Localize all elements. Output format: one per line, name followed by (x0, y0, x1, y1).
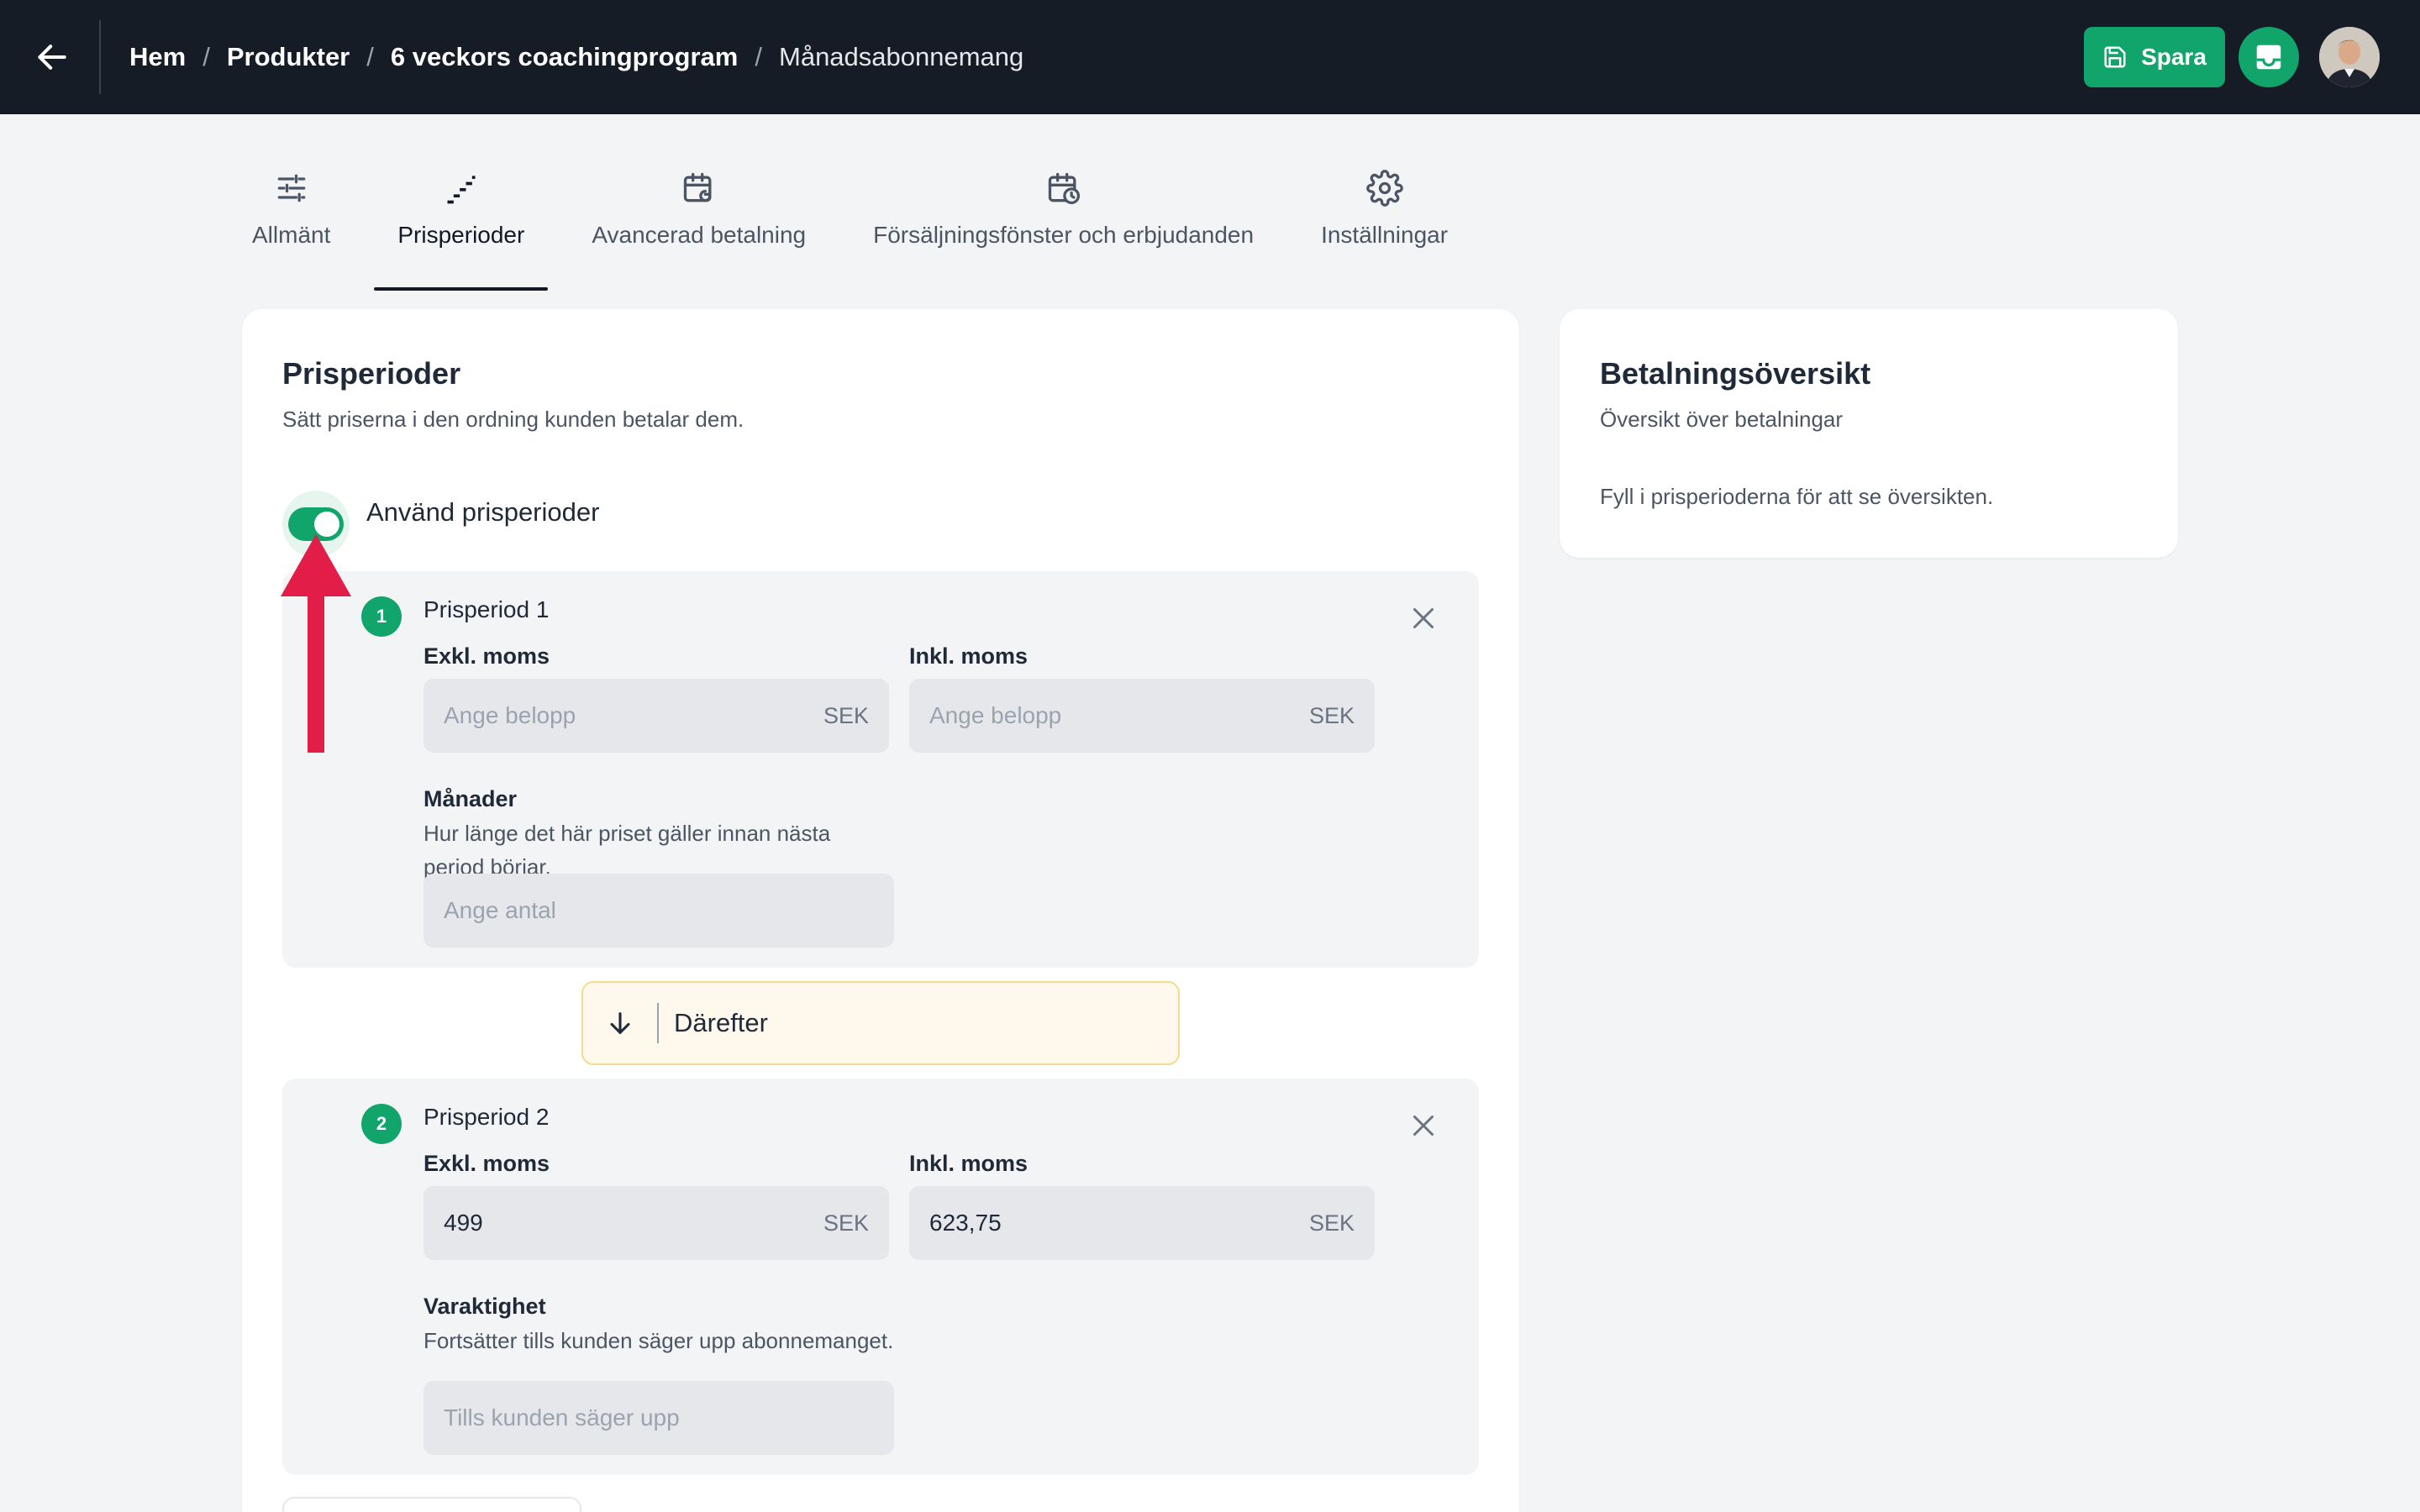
incl-vat-input[interactable]: Ange belopp SEK (909, 679, 1375, 753)
arrow-left-icon (38, 45, 66, 70)
arrow-down-icon (610, 1012, 630, 1034)
tab-label: Allmänt (252, 222, 331, 248)
add-period-button[interactable] (282, 1497, 581, 1512)
overview-empty-text: Fyll i prisperioderna för att se översik… (1600, 484, 1994, 509)
incl-vat-input[interactable]: 623,75 SEK (909, 1186, 1375, 1260)
overview-subtitle: Översikt över betalningar (1600, 407, 1844, 432)
breadcrumb-separator: / (366, 42, 374, 71)
header-divider (99, 20, 101, 94)
save-button[interactable]: Spara (2084, 27, 2225, 87)
input-placeholder: Ange belopp (444, 702, 576, 728)
inbox-button[interactable] (2238, 27, 2299, 87)
section-title: Prisperioder (282, 356, 461, 391)
tab-general[interactable]: Allmänt (218, 165, 364, 270)
back-button[interactable] (29, 34, 76, 81)
toggle-label: Använd prisperioder (366, 497, 600, 527)
breadcrumb: Hem / Produkter / 6 veckors coachingprog… (129, 0, 1023, 114)
tab-bar: Allmänt Prisperioder Avancerad betalning… (218, 165, 1481, 291)
excl-vat-input[interactable]: 499 SEK (424, 1186, 889, 1260)
stairs-icon (447, 176, 476, 204)
input-placeholder: Ange antal (444, 897, 556, 923)
currency-suffix: SEK (1308, 1210, 1355, 1236)
avatar-photo (2319, 27, 2380, 87)
calendar-refresh-icon (683, 172, 712, 202)
tab-label: Prisperioder (397, 222, 525, 248)
breadcrumb-product[interactable]: 6 veckors coachingprogram (391, 42, 739, 72)
breadcrumb-products[interactable]: Produkter (227, 42, 350, 72)
top-bar: Hem / Produkter / 6 veckors coachingprog… (0, 0, 2420, 114)
tab-label: Avancerad betalning (592, 222, 807, 248)
excl-vat-label: Exkl. moms (424, 643, 550, 669)
tab-settings[interactable]: Inställningar (1287, 165, 1481, 270)
duration-label: Varaktighet (424, 1294, 546, 1319)
payment-overview-card: Betalningsöversikt Översikt över betalni… (1560, 309, 2178, 558)
thereafter-label: Därefter (674, 1008, 768, 1037)
input-value: 623,75 (929, 1210, 1002, 1236)
breadcrumb-home[interactable]: Hem (129, 42, 186, 72)
duration-help-text: Fortsätter tills kunden säger upp abonne… (424, 1328, 894, 1353)
input-value: 499 (444, 1210, 483, 1236)
thereafter-divider (657, 1003, 659, 1043)
floppy-disk-icon (2104, 46, 2126, 68)
input-placeholder: Tills kunden säger upp (444, 1404, 680, 1431)
close-icon (1413, 608, 1434, 628)
currency-suffix: SEK (823, 1210, 869, 1236)
duration-input: Tills kunden säger upp (424, 1381, 894, 1455)
tab-advanced-payment[interactable]: Avancerad betalning (558, 165, 839, 270)
close-icon (1413, 1116, 1434, 1136)
period-number-badge: 1 (361, 596, 402, 637)
breadcrumb-current: Månadsabonnemang (779, 42, 1024, 71)
breadcrumb-separator: / (203, 42, 210, 71)
sliders-icon (277, 174, 306, 202)
inbox-icon (2256, 45, 2281, 70)
annotation-arrow (281, 534, 351, 753)
thereafter-selector[interactable]: Därefter (581, 981, 1180, 1065)
user-avatar[interactable] (2319, 27, 2380, 87)
input-placeholder: Ange belopp (929, 702, 1062, 728)
calendar-clock-icon (1048, 172, 1080, 205)
tab-label: Försäljningsfönster och erbjudanden (873, 222, 1255, 248)
tab-sales-windows[interactable]: Försäljningsfönster och erbjudanden (839, 165, 1287, 270)
toggle-knob (314, 512, 339, 537)
currency-suffix: SEK (1308, 702, 1355, 728)
gear-icon (1365, 170, 1403, 207)
price-period-2: 2 Prisperiod 2 Exkl. moms Inkl. moms 499… (282, 1079, 1479, 1475)
excl-vat-input[interactable]: Ange belopp SEK (424, 679, 889, 753)
period-number-badge: 2 (361, 1104, 402, 1144)
months-label: Månader (424, 786, 518, 811)
breadcrumb-separator: / (755, 42, 762, 71)
remove-period-button[interactable] (1407, 601, 1440, 635)
tab-price-periods[interactable]: Prisperioder (364, 165, 558, 291)
price-periods-card: Prisperioder Sätt priserna i den ordning… (242, 309, 1519, 1512)
months-input[interactable]: Ange antal (424, 874, 894, 948)
remove-period-button[interactable] (1407, 1109, 1440, 1142)
incl-vat-label: Inkl. moms (909, 1151, 1028, 1176)
section-subtitle: Sätt priserna i den ordning kunden betal… (282, 407, 744, 432)
overview-title: Betalningsöversikt (1600, 356, 1871, 391)
excl-vat-label: Exkl. moms (424, 1151, 550, 1176)
incl-vat-label: Inkl. moms (909, 643, 1028, 669)
period-title: Prisperiod 2 (424, 1104, 550, 1130)
save-button-label: Spara (2141, 44, 2207, 70)
price-period-1: 1 Prisperiod 1 Exkl. moms Inkl. moms Ang… (282, 571, 1479, 968)
period-title: Prisperiod 1 (424, 596, 550, 622)
tab-label: Inställningar (1321, 222, 1449, 248)
currency-suffix: SEK (823, 702, 869, 728)
